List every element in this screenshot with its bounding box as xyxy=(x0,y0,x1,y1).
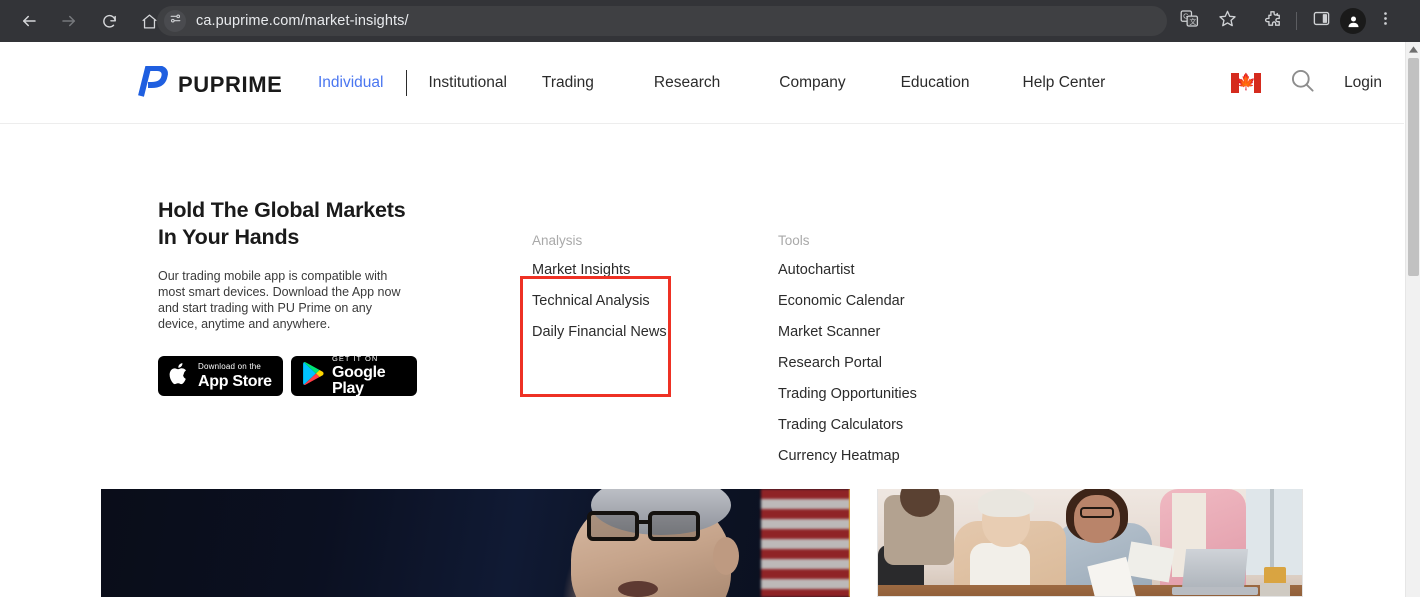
bookmark-button[interactable] xyxy=(1213,7,1241,35)
scrollbar-thumb[interactable] xyxy=(1408,58,1419,276)
back-button[interactable] xyxy=(14,6,44,36)
browser-menu-button[interactable] xyxy=(1371,7,1399,35)
forward-button[interactable] xyxy=(54,6,84,36)
menu-item-daily-financial-news[interactable]: Daily Financial News xyxy=(520,324,679,340)
nav-item-research[interactable]: Research xyxy=(654,74,720,92)
nav-divider xyxy=(405,70,407,96)
header-right-actions: 🍁 Login xyxy=(1231,42,1382,124)
side-panel-button[interactable] xyxy=(1307,7,1335,35)
reload-icon xyxy=(101,13,118,30)
scroll-up-arrow-icon[interactable] xyxy=(1406,42,1420,56)
menu-item-trading-calculators[interactable]: Trading Calculators xyxy=(778,417,929,433)
google-play-badge-big: Google Play xyxy=(332,364,386,398)
app-store-badge-big: App Store xyxy=(198,372,272,390)
search-icon xyxy=(1292,69,1314,92)
column-heading-analysis: Analysis xyxy=(532,233,583,248)
home-icon xyxy=(141,13,158,30)
nav-item-company[interactable]: Company xyxy=(779,74,845,92)
person-glasses-icon xyxy=(1080,507,1114,518)
translate-button[interactable]: G 文 xyxy=(1175,7,1203,35)
person-blonde-hair xyxy=(978,489,1034,517)
nav-item-help-center[interactable]: Help Center xyxy=(1023,74,1106,92)
google-play-badge-small: GET IT ON xyxy=(332,353,379,363)
eyeglasses-right-lens-icon xyxy=(648,511,700,541)
app-store-badge-small: Download on the xyxy=(198,361,262,371)
main-navigation: Individual Institutional Trading Researc… xyxy=(318,42,1105,124)
eyeglasses-bridge xyxy=(637,520,651,524)
page-viewport: PUPRIME Individual Institutional Trading… xyxy=(0,42,1420,597)
browser-actions xyxy=(1258,6,1399,36)
toolbar-divider xyxy=(1296,12,1297,30)
brand-name: PUPRIME xyxy=(178,71,283,97)
extensions-button[interactable] xyxy=(1258,7,1286,35)
pencil-cup xyxy=(1260,583,1290,596)
apple-logo-icon xyxy=(168,361,190,392)
speaker-mouth xyxy=(618,581,658,597)
person-blue-shirt-head xyxy=(1074,495,1120,543)
office-window xyxy=(1246,489,1302,575)
promo-description: Our trading mobile app is compatible wit… xyxy=(158,269,401,331)
profile-avatar-icon xyxy=(1340,8,1366,34)
forward-arrow-icon xyxy=(60,12,78,30)
menu-item-technical-analysis[interactable]: Technical Analysis xyxy=(520,293,679,309)
flag-pole xyxy=(849,489,850,597)
nav-item-education[interactable]: Education xyxy=(901,74,970,92)
svg-text:文: 文 xyxy=(1189,17,1196,26)
menu-item-market-scanner[interactable]: Market Scanner xyxy=(778,324,929,340)
translate-icon: G 文 xyxy=(1180,9,1199,33)
store-badges: Download on the App Store GET IT ON Goog… xyxy=(158,353,478,398)
us-flag-backdrop xyxy=(761,489,850,597)
speaker-ear xyxy=(713,537,739,575)
omnibox-actions: G 文 xyxy=(1175,6,1241,36)
nav-item-institutional[interactable]: Institutional xyxy=(429,74,507,92)
canada-flag-icon[interactable]: 🍁 xyxy=(1231,73,1262,93)
article-card-right[interactable] xyxy=(877,489,1303,597)
menu-item-trading-opportunities[interactable]: Trading Opportunities xyxy=(778,386,929,402)
menu-item-market-insights[interactable]: Market Insights xyxy=(520,262,679,278)
menu-item-currency-heatmap[interactable]: Currency Heatmap xyxy=(778,448,929,464)
three-dot-menu-icon xyxy=(1377,10,1394,32)
document-sheet-secondary xyxy=(1125,541,1175,583)
promo-title: Hold The Global Markets In Your Hands xyxy=(158,198,406,249)
mega-menu-panel: Hold The Global Markets In Your Hands Ou… xyxy=(0,125,1404,464)
menu-item-research-portal[interactable]: Research Portal xyxy=(778,355,929,371)
google-play-badge[interactable]: GET IT ON Google Play xyxy=(291,353,417,398)
menu-item-autochartist[interactable]: Autochartist xyxy=(778,262,929,278)
page-scrollbar[interactable] xyxy=(1405,42,1420,597)
google-play-icon xyxy=(301,361,324,391)
app-store-badge[interactable]: Download on the App Store xyxy=(158,356,283,396)
site-settings-button[interactable] xyxy=(164,10,186,32)
site-settings-icon xyxy=(169,12,182,30)
extensions-puzzle-icon xyxy=(1263,9,1282,33)
nav-item-trading[interactable]: Trading xyxy=(542,74,594,92)
reload-button[interactable] xyxy=(94,6,124,36)
press-conference-photo xyxy=(101,489,850,597)
article-card-left[interactable] xyxy=(101,489,850,597)
profile-button[interactable] xyxy=(1339,7,1367,35)
laptop-base xyxy=(1172,587,1258,595)
site-header: PUPRIME Individual Institutional Trading… xyxy=(0,42,1404,124)
bookmark-star-icon xyxy=(1218,9,1237,33)
back-arrow-icon xyxy=(20,12,38,30)
menu-column-analysis: Analysis Market Insights Technical Analy… xyxy=(520,233,679,355)
nav-item-individual[interactable]: Individual xyxy=(318,74,384,92)
address-bar[interactable]: ca.puprime.com/market-insights/ xyxy=(157,6,1167,36)
team-meeting-photo xyxy=(878,489,1302,596)
app-promo-block: Hold The Global Markets In Your Hands Ou… xyxy=(158,197,478,398)
menu-column-tools: Tools Autochartist Economic Calendar Mar… xyxy=(778,233,929,479)
menu-item-economic-calendar[interactable]: Economic Calendar xyxy=(778,293,929,309)
side-panel-icon xyxy=(1312,9,1331,33)
column-heading-tools: Tools xyxy=(778,233,810,248)
search-button[interactable] xyxy=(1289,67,1316,99)
maple-leaf-glyph: 🍁 xyxy=(1236,74,1257,91)
puprime-mark-icon xyxy=(135,65,169,103)
url-text[interactable]: ca.puprime.com/market-insights/ xyxy=(196,13,409,29)
browser-toolbar: ca.puprime.com/market-insights/ G 文 xyxy=(0,0,1420,42)
window-frame xyxy=(1270,489,1274,575)
laptop-screen xyxy=(1181,549,1249,589)
eyeglasses-left-lens-icon xyxy=(587,511,639,541)
brand-logo[interactable]: PUPRIME xyxy=(135,65,283,103)
login-link[interactable]: Login xyxy=(1344,74,1382,92)
